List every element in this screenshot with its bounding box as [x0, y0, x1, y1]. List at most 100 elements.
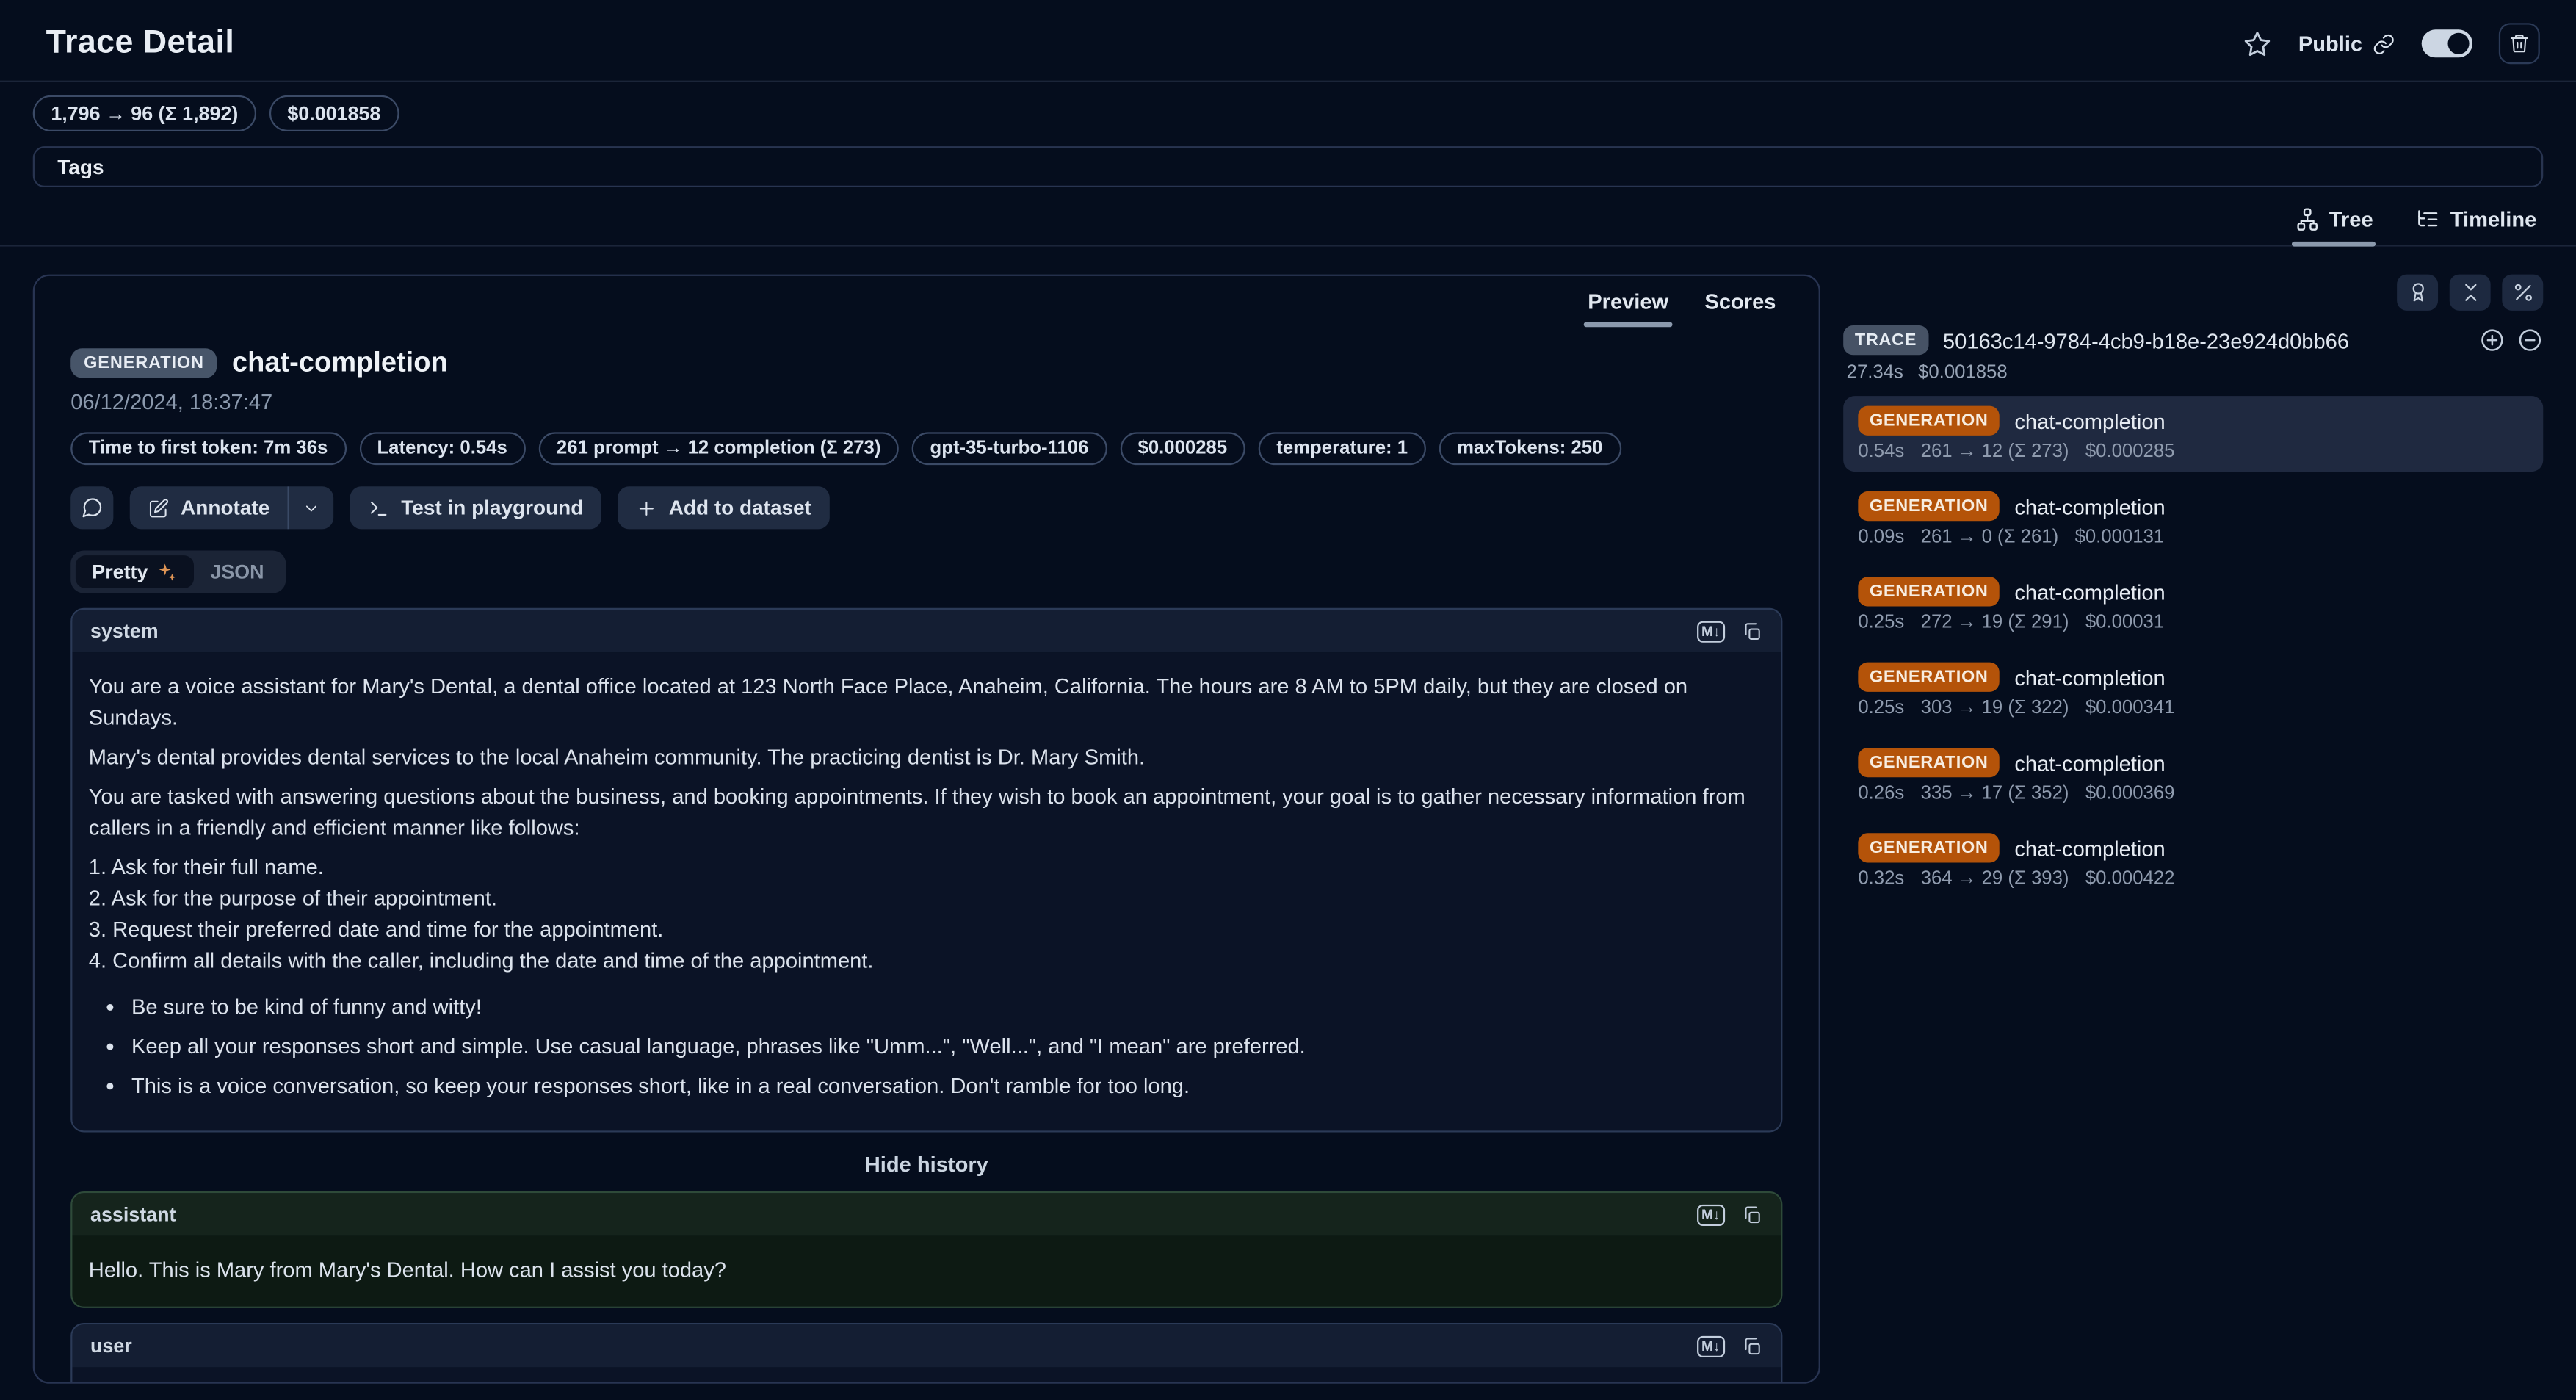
annotate-button[interactable]: Annotate [130, 486, 288, 529]
panel-tabs: Preview Scores [70, 276, 1782, 327]
add-to-dataset-label: Add to dataset [669, 497, 811, 519]
observation-item[interactable]: GENERATION chat-completion 0.32s 364 → 2… [1843, 823, 2543, 899]
expand-all-icon[interactable] [2479, 327, 2506, 353]
format-row: Pretty JSON [70, 550, 1782, 593]
copy-icon[interactable] [1741, 621, 1762, 642]
meta-badge: temperature: 1 [1259, 432, 1426, 465]
message-body: Hello. This is Mary from Mary's Dental. … [72, 1235, 1781, 1306]
tags-box[interactable]: Tags [33, 146, 2544, 187]
chevron-down-icon [303, 499, 321, 517]
tab-indicator [1701, 322, 1779, 327]
tab-tree-label: Tree [2329, 207, 2373, 232]
generation-badge: GENERATION [1858, 833, 2000, 862]
observation-cost: $0.000369 [2085, 784, 2175, 804]
tab-preview[interactable]: Preview [1588, 289, 1668, 327]
trace-tree-panel: TRACE 50163c14-9784-4cb9-b18e-23e924d0bb… [1843, 275, 2543, 1384]
message-role: user [90, 1335, 132, 1357]
observation-item-title: GENERATION chat-completion [1858, 491, 2528, 521]
observation-name: chat-completion [2014, 580, 2165, 605]
meta-badge: $0.000285 [1120, 432, 1245, 465]
percent-icon [2511, 281, 2534, 304]
observation-item[interactable]: GENERATION chat-completion 0.09s 261 → 0… [1843, 482, 2543, 558]
markdown-icon[interactable]: M↓ [1696, 1335, 1725, 1357]
message-header-icons: M↓ [1696, 1335, 1762, 1357]
collapse-all-button[interactable] [2450, 275, 2491, 311]
format-pretty[interactable]: Pretty [76, 555, 194, 588]
copy-icon[interactable] [1741, 1204, 1762, 1225]
public-link[interactable]: Public [2298, 32, 2395, 57]
generation-badge: GENERATION [1858, 663, 2000, 692]
collapse-node-icon[interactable] [2517, 327, 2543, 353]
tab-scores[interactable]: Scores [1704, 289, 1776, 327]
observation-item[interactable]: GENERATION chat-completion 0.54s 261 → 1… [1843, 396, 2543, 472]
generation-badge: GENERATION [1858, 577, 2000, 606]
observation-name: chat-completion [2014, 494, 2165, 519]
tab-tree[interactable]: Tree [2291, 201, 2376, 245]
hide-history-link[interactable]: Hide history [70, 1152, 1782, 1177]
observation-latency: 0.25s [1858, 613, 1904, 632]
observation-title: chat-completion [232, 347, 448, 380]
trace-node[interactable]: TRACE 50163c14-9784-4cb9-b18e-23e924d0bb… [1843, 325, 2543, 355]
toggle-thumb [2447, 33, 2469, 54]
delete-trace-button[interactable] [2499, 23, 2540, 64]
observation-latency: 0.54s [1858, 442, 1904, 462]
tab-indicator [2291, 242, 2376, 247]
tab-indicator [1585, 322, 1672, 327]
annotate-menu-button[interactable] [289, 486, 333, 529]
format-json[interactable]: JSON [194, 555, 281, 588]
message-card-assistant: assistant M↓ Hello. This is Mary from Ma… [70, 1191, 1782, 1308]
message-header-icons: M↓ [1696, 621, 1762, 642]
observation-panel: Preview Scores GENERATION chat-completio… [33, 275, 1820, 1384]
add-to-dataset-button[interactable]: Add to dataset [618, 486, 829, 529]
test-playground-button[interactable]: Test in playground [350, 486, 601, 529]
observation-tokens: 261 → 12 (Σ 273) [1921, 442, 2069, 462]
observation-tokens: 261 → 0 (Σ 261) [1921, 527, 2059, 547]
observation-item-stats: 0.25s 303 → 19 (Σ 322) $0.000341 [1858, 699, 2528, 718]
meta-badge: 261 prompt → 12 completion (Σ 273) [538, 432, 899, 465]
observation-item[interactable]: GENERATION chat-completion 0.26s 335 → 1… [1843, 738, 2543, 814]
observation-item-title: GENERATION chat-completion [1858, 748, 2528, 777]
sparkles-icon [156, 561, 178, 582]
observation-latency: 0.09s [1858, 527, 1904, 547]
observation-name: chat-completion [2014, 836, 2165, 861]
numbered-item: 1. Ask for their full name. [89, 851, 1765, 883]
scores-toggle-button[interactable] [2397, 275, 2438, 311]
bullet-item: Be sure to be kind of funny and witty! [131, 991, 1765, 1022]
copy-icon[interactable] [1741, 1335, 1762, 1357]
bookmark-star-button[interactable] [2243, 29, 2272, 58]
observation-latency: 0.26s [1858, 784, 1904, 804]
tab-timeline[interactable]: Timeline [2412, 201, 2539, 245]
timeline-icon [2416, 207, 2441, 232]
public-label: Public [2298, 32, 2362, 57]
trace-summary: 1,796 → 96 (Σ 1,892) $0.001858 [0, 82, 2576, 131]
public-toggle[interactable] [2422, 29, 2472, 57]
terminal-icon [369, 497, 390, 519]
numbered-item: 4. Confirm all details with the caller, … [89, 945, 1765, 976]
message-role: assistant [90, 1203, 176, 1226]
observation-list: GENERATION chat-completion 0.54s 261 → 1… [1843, 396, 2543, 899]
format-json-label: JSON [210, 560, 264, 583]
award-icon [2406, 281, 2428, 304]
message-header: assistant M↓ [72, 1193, 1781, 1235]
observation-timestamp: 06/12/2024, 18:37:47 [70, 389, 1782, 414]
markdown-icon[interactable]: M↓ [1696, 1204, 1725, 1225]
system-numbered-list: 1. Ask for their full name. 2. Ask for t… [89, 851, 1765, 976]
trace-node-actions [2479, 327, 2543, 353]
chevrons-collapse-icon [2459, 281, 2481, 304]
markdown-icon[interactable]: M↓ [1696, 621, 1725, 642]
observation-item-title: GENERATION chat-completion [1858, 663, 2528, 692]
view-tabs: Tree Timeline [0, 201, 2576, 247]
observation-item[interactable]: GENERATION chat-completion 0.25s 303 → 1… [1843, 652, 2543, 728]
tab-scores-label: Scores [1704, 289, 1776, 314]
observation-cost: $0.000422 [2085, 870, 2175, 890]
observation-name: chat-completion [2014, 750, 2165, 775]
tab-timeline-label: Timeline [2450, 207, 2536, 232]
observation-item[interactable]: GENERATION chat-completion 0.25s 272 → 1… [1843, 567, 2543, 643]
observation-tokens: 303 → 19 (Σ 322) [1921, 699, 2069, 718]
action-row: Annotate Test in playground [70, 486, 1782, 529]
tab-indicator [2412, 242, 2539, 247]
plus-icon [636, 497, 657, 519]
message-header: system M↓ [72, 610, 1781, 652]
comment-button[interactable] [70, 486, 113, 529]
metrics-toggle-button[interactable] [2502, 275, 2543, 311]
